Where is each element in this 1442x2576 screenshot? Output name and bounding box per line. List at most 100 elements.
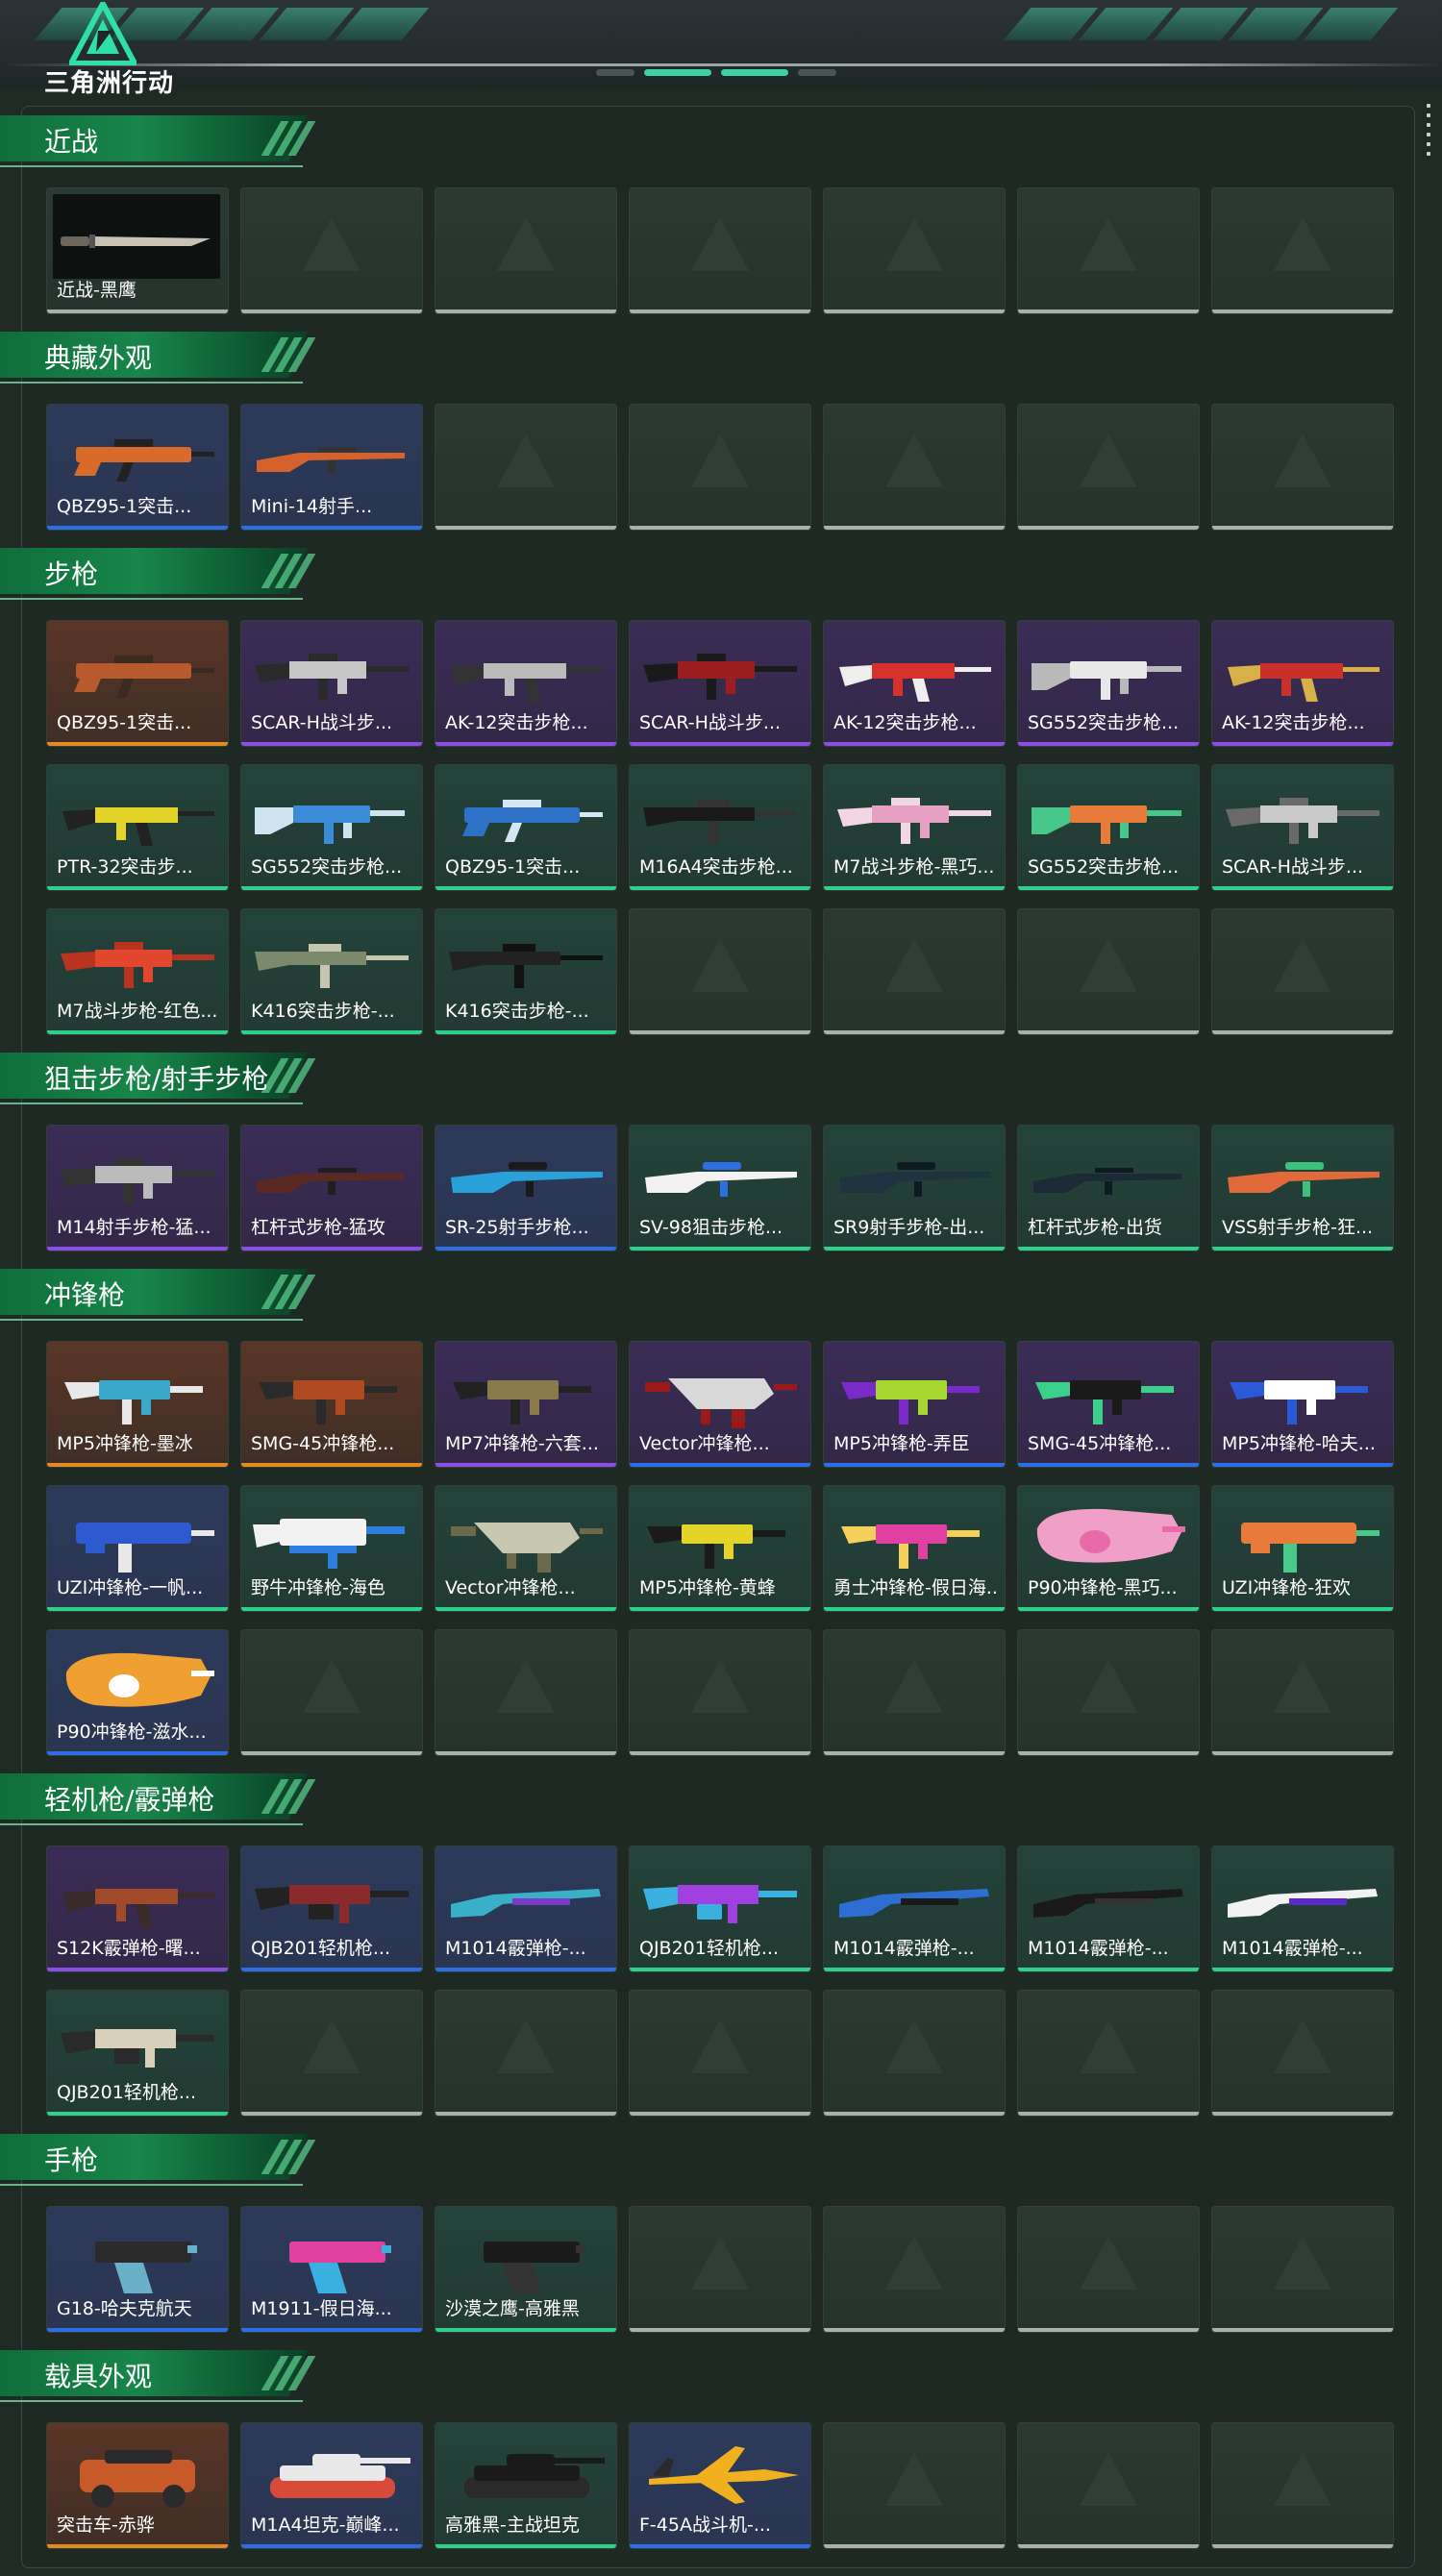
item-card[interactable]: QBZ95-1突击... bbox=[435, 764, 617, 891]
item-card[interactable]: SV-98狙击步枪... bbox=[629, 1125, 811, 1251]
item-card[interactable]: QJB201轻机枪... bbox=[240, 1845, 423, 1972]
slot-bar bbox=[630, 2328, 810, 2332]
item-card[interactable]: 沙漠之鹰-高雅黑 bbox=[435, 2206, 617, 2333]
item-card[interactable]: Mini-14射手... bbox=[240, 404, 423, 531]
item-name: VSS射手步枪-狂... bbox=[1222, 1217, 1374, 1238]
item-card[interactable]: M1014霰弹枪-... bbox=[1211, 1845, 1394, 1972]
item-card[interactable]: M16A4突击步枪... bbox=[629, 764, 811, 891]
section-header: 典藏外观 bbox=[0, 332, 317, 384]
empty-slot bbox=[1211, 1990, 1394, 2117]
item-card[interactable]: SG552突击步枪... bbox=[240, 764, 423, 891]
item-card[interactable]: Vector冲锋枪... bbox=[629, 1341, 811, 1468]
item-card[interactable]: S12K霰弹枪-曙... bbox=[46, 1845, 229, 1972]
rarity-bar bbox=[824, 886, 1005, 890]
item-art bbox=[451, 1889, 601, 1918]
item-art bbox=[64, 1380, 203, 1424]
item-name: 突击车-赤骅 bbox=[57, 2514, 155, 2536]
item-card[interactable]: 高雅黑-主战坦克 bbox=[435, 2422, 617, 2549]
item-card[interactable]: UZI冲锋枪-狂欢 bbox=[1211, 1485, 1394, 1612]
placeholder-icon bbox=[885, 2452, 943, 2506]
item-card[interactable]: SMG-45冲锋枪... bbox=[1017, 1341, 1200, 1468]
item-card[interactable]: K416突击步枪-... bbox=[240, 908, 423, 1035]
item-card[interactable]: M14射手步枪-猛... bbox=[46, 1125, 229, 1251]
item-card[interactable]: M7战斗步枪-红色... bbox=[46, 908, 229, 1035]
item-card[interactable]: UZI冲锋枪-一帆... bbox=[46, 1485, 229, 1612]
item-card[interactable]: 野牛冲锋枪-海色 bbox=[240, 1485, 423, 1612]
item-card[interactable]: PTR-32突击步... bbox=[46, 764, 229, 891]
item-art bbox=[1228, 1889, 1378, 1918]
empty-slot bbox=[823, 2422, 1006, 2549]
item-card[interactable]: SG552突击步枪... bbox=[1017, 764, 1200, 891]
item-card[interactable]: 近战-黑鹰 bbox=[46, 187, 229, 314]
item-card[interactable]: QBZ95-1突击... bbox=[46, 404, 229, 531]
item-card[interactable]: P90冲锋枪-黑巧... bbox=[1017, 1485, 1200, 1612]
item-art bbox=[61, 235, 211, 248]
item-card[interactable]: 杠杆式步枪-出货 bbox=[1017, 1125, 1200, 1251]
item-art bbox=[1033, 1168, 1181, 1195]
item-name: M7战斗步枪-红色... bbox=[57, 1001, 218, 1022]
placeholder-icon bbox=[1274, 2019, 1331, 2073]
item-card[interactable]: MP7冲锋枪-六套... bbox=[435, 1341, 617, 1468]
item-name: SG552突击步枪... bbox=[251, 856, 403, 878]
rarity-bar bbox=[241, 526, 422, 530]
item-card[interactable]: SG552突击步枪... bbox=[1017, 620, 1200, 747]
item-card[interactable]: MP5冲锋枪-黄蜂 bbox=[629, 1485, 811, 1612]
item-card[interactable]: VSS射手步枪-狂... bbox=[1211, 1125, 1394, 1251]
item-card[interactable]: QJB201轻机枪... bbox=[629, 1845, 811, 1972]
item-card[interactable]: M1014霰弹枪-... bbox=[1017, 1845, 1200, 1972]
rarity-bar bbox=[824, 1968, 1005, 1971]
slot-bar bbox=[1212, 2328, 1393, 2332]
item-card[interactable]: QBZ95-1突击... bbox=[46, 620, 229, 747]
item-card[interactable]: AK-12突击步枪... bbox=[1211, 620, 1394, 747]
empty-slot bbox=[629, 908, 811, 1035]
scrollbar[interactable] bbox=[1427, 104, 1432, 161]
placeholder-icon bbox=[691, 433, 749, 487]
item-card[interactable]: SCAR-H战斗步... bbox=[240, 620, 423, 747]
item-card[interactable]: MP5冲锋枪-弄臣 bbox=[823, 1341, 1006, 1468]
slot-bar bbox=[824, 310, 1005, 313]
empty-slot bbox=[629, 2206, 811, 2333]
placeholder-icon bbox=[691, 938, 749, 992]
item-card[interactable]: MP5冲锋枪-墨冰 bbox=[46, 1341, 229, 1468]
item-card[interactable]: AK-12突击步枪... bbox=[823, 620, 1006, 747]
item-card[interactable]: P90冲锋枪-滋水... bbox=[46, 1629, 229, 1756]
rarity-bar bbox=[630, 742, 810, 746]
item-card[interactable]: G18-哈夫克航天 bbox=[46, 2206, 229, 2333]
item-card[interactable]: SCAR-H战斗步... bbox=[1211, 764, 1394, 891]
item-art bbox=[253, 1519, 405, 1569]
item-name: PTR-32突击步... bbox=[57, 856, 193, 878]
item-card[interactable]: AK-12突击步枪... bbox=[435, 620, 617, 747]
slot-bar bbox=[1018, 1030, 1199, 1034]
item-card[interactable]: M1014霰弹枪-... bbox=[823, 1845, 1006, 1972]
item-card[interactable]: SR9射手步枪-出... bbox=[823, 1125, 1006, 1251]
item-art bbox=[95, 2242, 197, 2293]
item-card[interactable]: SMG-45冲锋枪... bbox=[240, 1341, 423, 1468]
item-card[interactable]: Vector冲锋枪... bbox=[435, 1485, 617, 1612]
slot-bar bbox=[630, 1030, 810, 1034]
item-card[interactable]: QJB201轻机枪... bbox=[46, 1990, 229, 2117]
item-art bbox=[449, 944, 603, 988]
section-header: 手枪 bbox=[0, 2134, 317, 2186]
item-card[interactable]: 勇士冲锋枪-假日海... bbox=[823, 1485, 1006, 1612]
item-card[interactable]: K416突击步枪-... bbox=[435, 908, 617, 1035]
section-title: 步枪 bbox=[44, 558, 99, 590]
item-card[interactable]: M1A4坦克-巅峰... bbox=[240, 2422, 423, 2549]
empty-slot bbox=[1017, 187, 1200, 314]
rarity-bar bbox=[241, 742, 422, 746]
item-card[interactable]: M1911-假日海... bbox=[240, 2206, 423, 2333]
section-header: 轻机枪/霰弹枪 bbox=[0, 1773, 317, 1825]
item-art bbox=[1033, 1889, 1183, 1918]
item-card[interactable]: SR-25射手步枪... bbox=[435, 1125, 617, 1251]
item-art bbox=[74, 439, 214, 482]
item-card[interactable]: 突击车-赤骅 bbox=[46, 2422, 229, 2549]
empty-slot bbox=[823, 187, 1006, 314]
item-card[interactable]: 杠杆式步枪-猛攻 bbox=[240, 1125, 423, 1251]
item-card[interactable]: F-45A战斗机-... bbox=[629, 2422, 811, 2549]
item-card[interactable]: MP5冲锋枪-哈夫... bbox=[1211, 1341, 1394, 1468]
item-card[interactable]: M1014霰弹枪-... bbox=[435, 1845, 617, 1972]
item-card[interactable]: SCAR-H战斗步... bbox=[629, 620, 811, 747]
item-name: M1911-假日海... bbox=[251, 2298, 392, 2319]
rarity-bar bbox=[1018, 1247, 1199, 1251]
empty-slot bbox=[629, 187, 811, 314]
item-card[interactable]: M7战斗步枪-黑巧... bbox=[823, 764, 1006, 891]
